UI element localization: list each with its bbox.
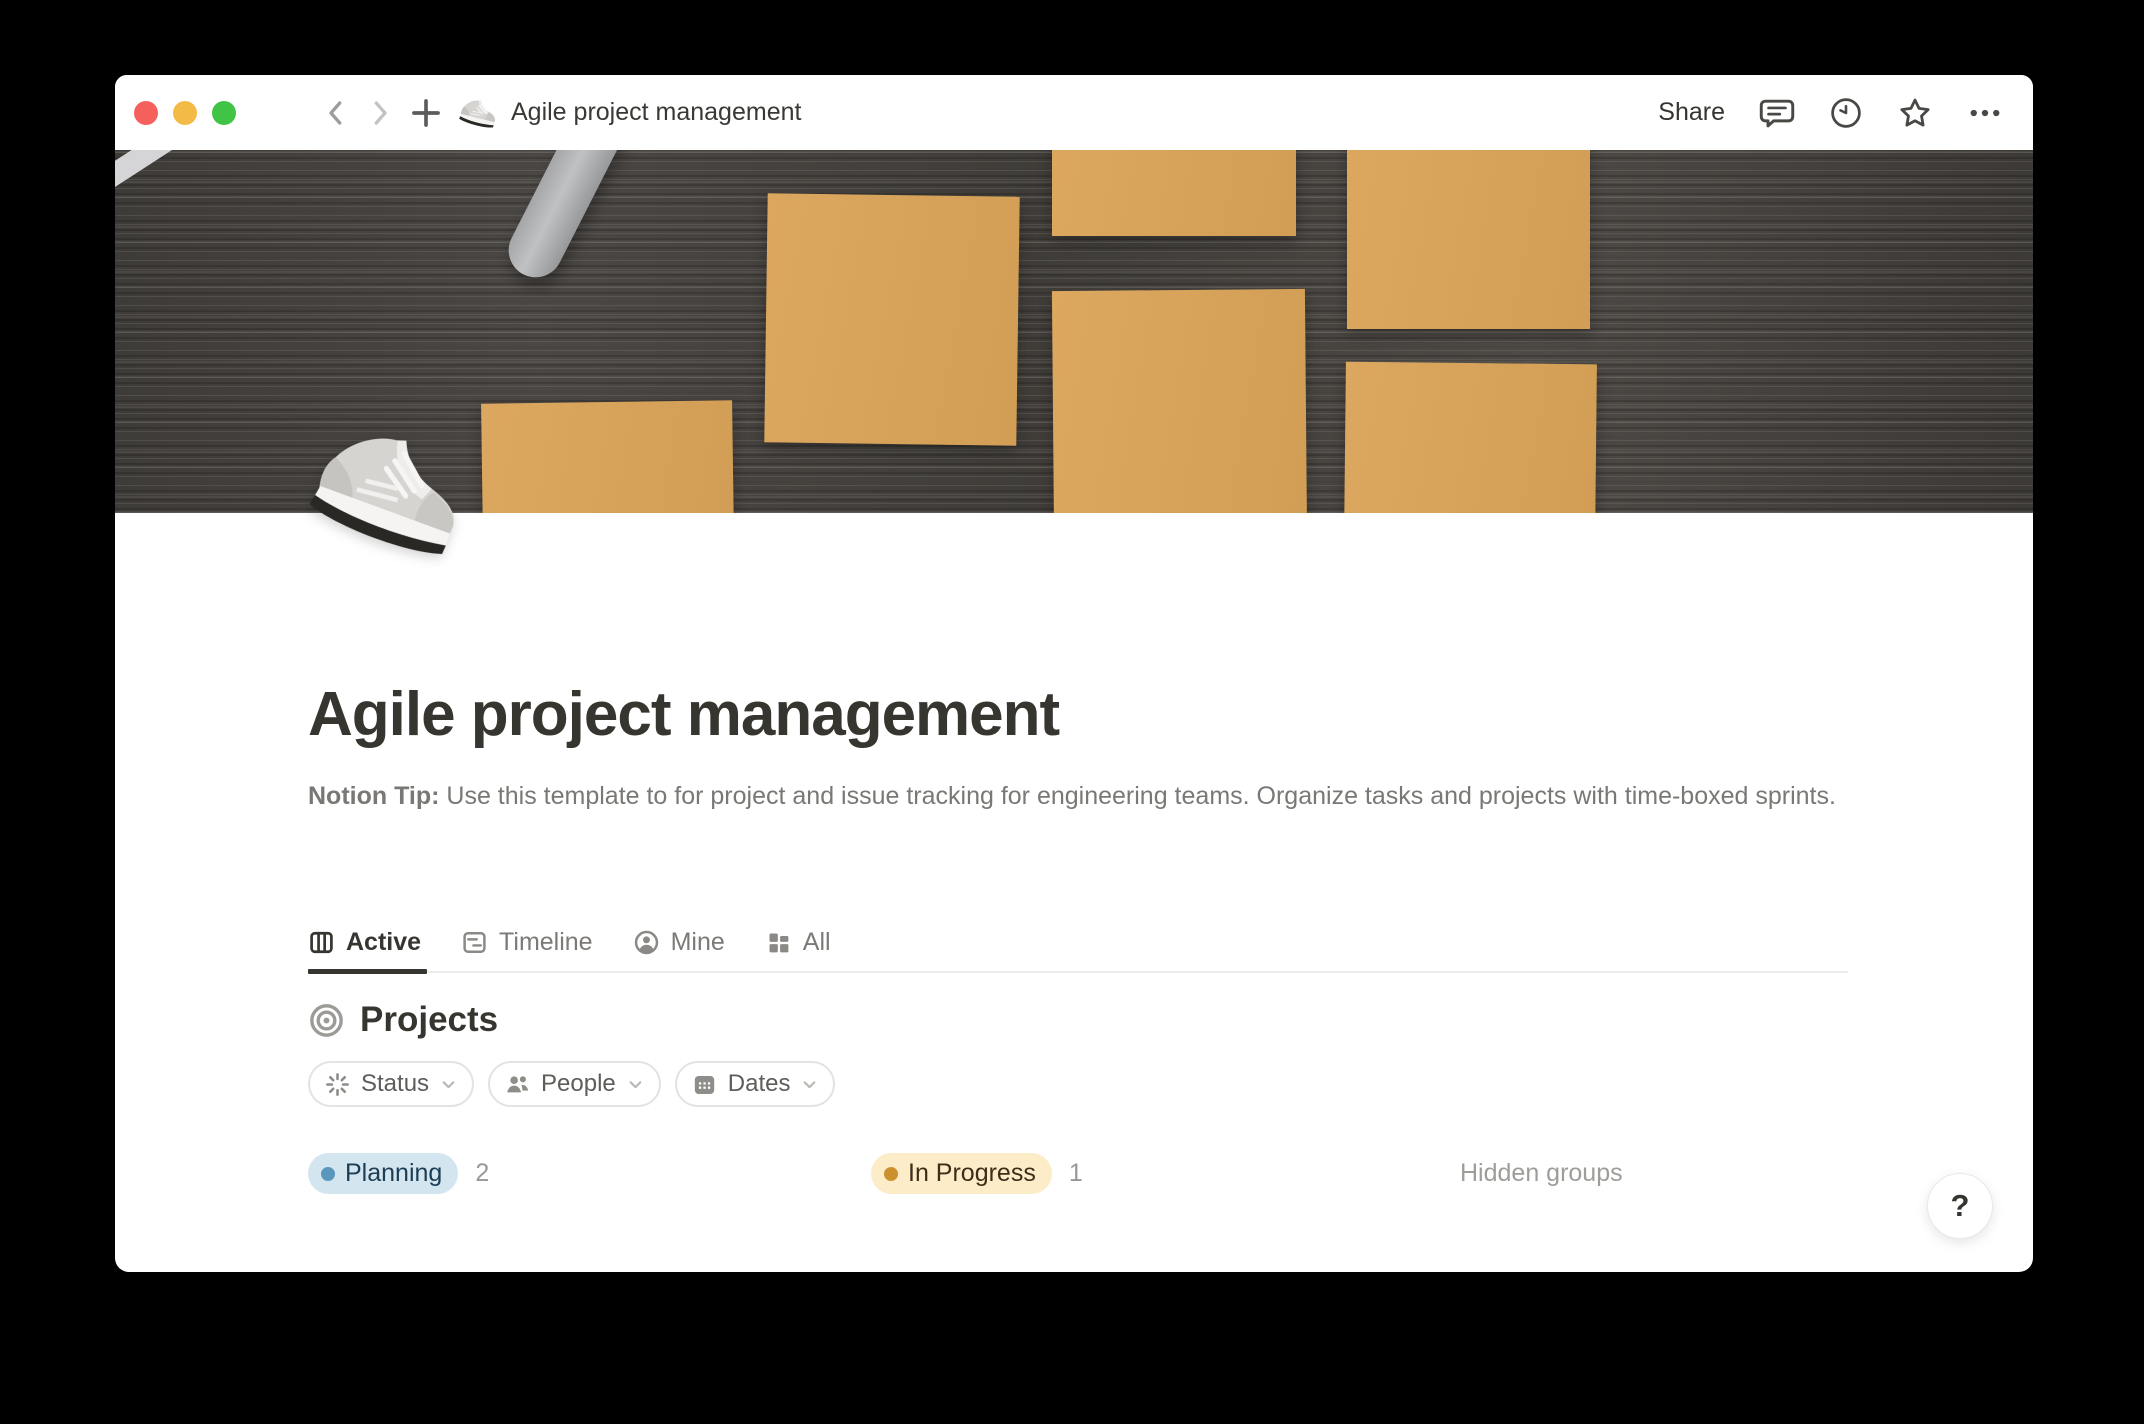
more-options-icon[interactable] [1967, 95, 2003, 131]
board-group-headers: Planning 2 In Progress 1 Hidden groups [308, 1153, 1848, 1199]
window-controls [134, 101, 236, 125]
back-button[interactable] [321, 98, 351, 128]
status-filter-chip[interactable]: Status [308, 1061, 474, 1107]
cover-pen [499, 150, 644, 287]
sticky-note [1347, 150, 1590, 329]
group-count: 2 [475, 1159, 489, 1188]
favorite-star-icon[interactable] [1897, 95, 1933, 131]
page-title: Agile project management [308, 679, 1848, 750]
help-button[interactable]: ? [1927, 1173, 1993, 1239]
projects-section-header: Projects [308, 1000, 1848, 1040]
notion-tip: Notion Tip: Use this template to for pro… [308, 777, 1836, 816]
notion-tip-label: Notion Tip: [308, 782, 439, 810]
tab-label: Timeline [499, 928, 593, 957]
tab-mine[interactable]: Mine [633, 928, 727, 971]
updates-clock-icon[interactable] [1829, 96, 1863, 130]
sticky-note [1052, 289, 1307, 513]
titlebar: Agile project management Share [115, 75, 2033, 150]
tab-label: Active [346, 928, 421, 957]
chevron-down-icon [627, 1076, 644, 1093]
planning-group-pill[interactable]: Planning [308, 1153, 458, 1194]
hidden-groups-toggle[interactable]: Hidden groups [1460, 1159, 1623, 1188]
chip-label: Dates [728, 1070, 791, 1098]
sticky-note [764, 193, 1019, 445]
forward-button[interactable] [365, 98, 395, 128]
status-dot [321, 1167, 335, 1181]
status-spinner-icon [324, 1071, 351, 1098]
board-view-icon [308, 929, 335, 956]
in-progress-group-pill[interactable]: In Progress [871, 1153, 1052, 1194]
notion-window: Agile project management Share Agile pro… [115, 75, 2033, 1272]
comments-icon[interactable] [1759, 95, 1795, 131]
share-button[interactable]: Share [1658, 98, 1725, 127]
sticky-note [481, 400, 734, 513]
chevron-down-icon [801, 1076, 818, 1093]
tab-timeline[interactable]: Timeline [461, 928, 595, 971]
tab-active[interactable]: Active [308, 928, 423, 971]
group-in-progress: In Progress 1 [871, 1153, 1083, 1194]
breadcrumb-page-title: Agile project management [511, 98, 801, 127]
timeline-view-icon [461, 929, 488, 956]
chip-label: People [541, 1070, 616, 1098]
bullseye-icon [308, 1002, 345, 1039]
section-title: Projects [360, 1000, 498, 1040]
chip-label: Status [361, 1070, 429, 1098]
sticky-note [1052, 150, 1296, 236]
breadcrumb[interactable]: Agile project management [459, 98, 801, 128]
calendar-icon [691, 1071, 718, 1098]
tab-label: All [803, 928, 831, 957]
people-icon [504, 1071, 531, 1098]
sticky-note [1344, 362, 1597, 513]
chevron-down-icon [440, 1076, 457, 1093]
person-icon [633, 929, 660, 956]
view-tabs: Active Timeline Mine All [308, 928, 1848, 973]
close-window-button[interactable] [134, 101, 158, 125]
new-page-button[interactable] [409, 96, 443, 130]
cover-paper-corner [115, 150, 182, 189]
tab-label: Mine [671, 928, 725, 957]
group-count: 1 [1069, 1159, 1083, 1188]
group-planning: Planning 2 [308, 1153, 489, 1194]
page-icon-sneaker[interactable] [311, 425, 473, 587]
filter-bar: Status People Dates [308, 1061, 1848, 1107]
status-dot [884, 1167, 898, 1181]
page-emoji-icon [459, 98, 499, 128]
sidebar-menu-icon[interactable] [265, 100, 301, 126]
zoom-window-button[interactable] [212, 101, 236, 125]
people-filter-chip[interactable]: People [488, 1061, 661, 1107]
tab-all[interactable]: All [765, 928, 833, 971]
notion-tip-body: Use this template to for project and iss… [439, 782, 1836, 810]
group-label: Planning [345, 1159, 442, 1188]
group-label: In Progress [908, 1159, 1036, 1188]
dates-filter-chip[interactable]: Dates [675, 1061, 836, 1107]
minimize-window-button[interactable] [173, 101, 197, 125]
grid-view-icon [765, 929, 792, 956]
